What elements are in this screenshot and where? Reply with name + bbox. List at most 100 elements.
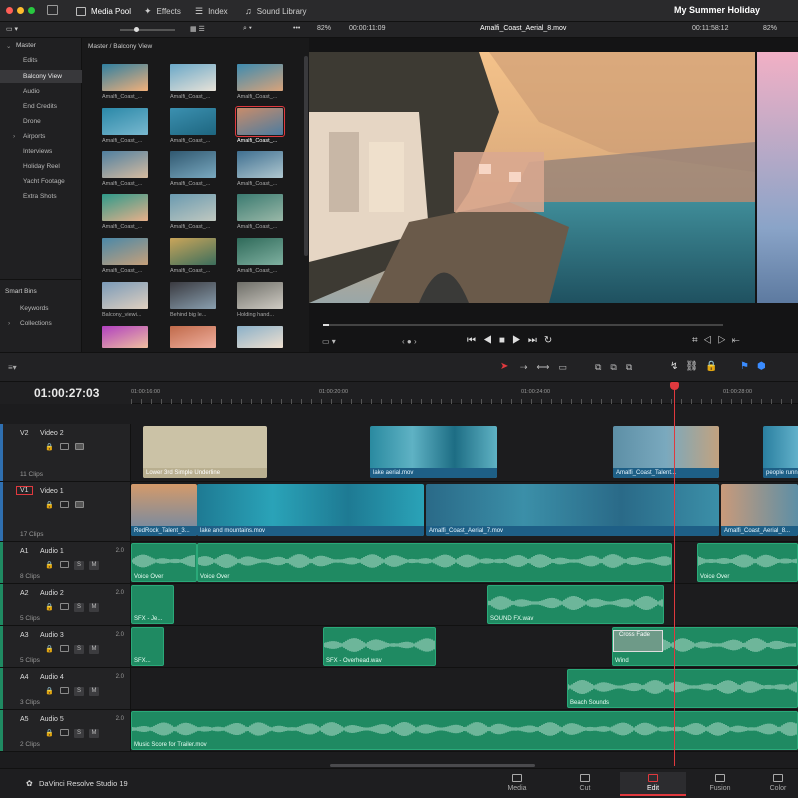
minimize-window-button[interactable]	[17, 7, 24, 14]
insert-overwrite-tools[interactable]: ⧉⧉⧉	[595, 362, 641, 373]
lane-a4[interactable]: Beach Sounds	[131, 668, 798, 710]
slider-handle[interactable]	[134, 27, 139, 32]
media-thumbnail[interactable]	[170, 194, 216, 221]
page-cut-button[interactable]: Cut	[555, 772, 615, 796]
mute-button[interactable]: M	[89, 603, 99, 612]
media-thumbnail[interactable]	[237, 326, 283, 348]
clip-beach-sounds[interactable]: Beach Sounds	[567, 669, 798, 708]
media-thumbnail[interactable]	[237, 64, 283, 91]
track-name[interactable]: Audio 2	[40, 590, 64, 597]
timeline-scrollbar[interactable]	[330, 764, 535, 767]
media-thumbnail[interactable]	[170, 238, 216, 265]
selection-tool-icon[interactable]: ➤	[500, 361, 508, 372]
solo-button[interactable]: S	[74, 561, 84, 570]
track-name[interactable]: Video 2	[40, 430, 64, 437]
media-thumbnail[interactable]	[237, 282, 283, 309]
clip-lake-aerial[interactable]: lake aerial.mov	[370, 426, 497, 478]
collections-chevron-icon[interactable]: ›	[8, 320, 10, 327]
lane-v2[interactable]: Lower 3rd Simple Underline lake aerial.m…	[131, 424, 798, 482]
clip-sfx-short[interactable]: SFX...	[131, 627, 164, 666]
auto-select-icon[interactable]	[60, 729, 69, 736]
clip-sfx-jet[interactable]: SFX - Je...	[131, 585, 174, 624]
snap-link-lock-tools[interactable]: ↯⛓🔒	[670, 361, 725, 372]
auto-select-icon[interactable]	[60, 501, 69, 508]
lane-a2[interactable]: SFX - Je... SOUND FX.wav	[131, 584, 798, 626]
zoom-left[interactable]: 82%	[317, 25, 331, 32]
auto-select-icon[interactable]	[60, 561, 69, 568]
lock-icon[interactable]: 🔒	[45, 561, 54, 569]
media-thumbnail[interactable]	[237, 151, 283, 178]
media-thumbnail[interactable]	[102, 194, 148, 221]
media-thumbnail[interactable]	[170, 282, 216, 309]
solo-button[interactable]: S	[74, 603, 84, 612]
track-header-v2[interactable]: V2 Video 2 11 Clips 🔒	[0, 424, 131, 482]
clip-redrock-talent[interactable]: RedRock_Talent_3...	[131, 484, 197, 536]
track-name[interactable]: Audio 3	[40, 632, 64, 639]
track-name[interactable]: Audio 1	[40, 548, 64, 555]
media-thumbnail[interactable]	[102, 151, 148, 178]
auto-select-icon[interactable]	[60, 443, 69, 450]
jog-icon[interactable]: ‹ ● ›	[402, 337, 417, 346]
lock-icon[interactable]: 🔒	[45, 687, 54, 695]
scrubber-bar[interactable]	[323, 324, 723, 326]
list-view-icon[interactable]: ▦ ☰	[190, 25, 205, 33]
clip-amalfi-aerial-7[interactable]: Amalfi_Coast_Aerial_7.mov	[426, 484, 719, 536]
timeline-ruler[interactable]: 01:00:16:00 01:00:20:00 01:00:24:00 01:0…	[131, 382, 798, 404]
media-thumbnail[interactable]	[102, 64, 148, 91]
clip-wind[interactable]: Cross Fade Wind	[612, 627, 798, 666]
view-mode-icon[interactable]: ▭ ▾	[6, 25, 18, 33]
airports-chevron-icon[interactable]: ›	[13, 133, 15, 140]
track-name[interactable]: Video 1	[40, 488, 64, 495]
lane-a3[interactable]: SFX... SFX - Overhead.wav Cross Fade Win…	[131, 626, 798, 668]
sound-library-button[interactable]: ♫ Sound Library	[245, 3, 307, 19]
solo-button[interactable]: S	[74, 645, 84, 654]
media-thumbnail[interactable]	[170, 326, 216, 348]
panel-toggle-icon[interactable]	[47, 5, 58, 15]
track-header-a5[interactable]: A5 Audio 5 2.0 2 Clips 🔒 S M	[0, 710, 131, 752]
lane-v1[interactable]: RedRock_Talent_3... lake and mountains.m…	[131, 482, 798, 542]
index-button[interactable]: ☰ Index	[195, 3, 228, 19]
solo-button[interactable]: S	[74, 687, 84, 696]
track-name[interactable]: Audio 5	[40, 716, 64, 723]
lock-icon[interactable]: 🔒	[45, 603, 54, 611]
master-bin[interactable]: Master	[16, 42, 36, 49]
page-media-button[interactable]: Media	[487, 772, 547, 796]
edit-tools[interactable]: ⇢⟷▭	[520, 362, 576, 373]
clip-lake-mountains[interactable]: lake and mountains.mov	[197, 484, 424, 536]
bin-item-audio[interactable]: Audio	[23, 88, 40, 95]
media-thumbnail[interactable]	[170, 151, 216, 178]
bin-item-airports[interactable]: Airports	[23, 133, 45, 140]
master-bin-chevron-icon[interactable]: ⌄	[6, 42, 11, 50]
effects-button[interactable]: ✦ Effects	[144, 3, 181, 19]
more-options-icon[interactable]: •••	[293, 25, 300, 32]
bin-item-holiday-reel[interactable]: Holiday Reel	[23, 163, 60, 170]
page-color-button[interactable]: Color	[758, 772, 798, 796]
lane-a5[interactable]: Music Score for Trailer.mov	[131, 710, 798, 752]
media-thumbnail[interactable]	[102, 282, 148, 309]
page-fusion-button[interactable]: Fusion	[690, 772, 750, 796]
clip-voice-over-3[interactable]: Voice Over	[697, 543, 798, 582]
smart-bin-collections[interactable]: Collections	[20, 320, 52, 327]
clip-lower-third[interactable]: Lower 3rd Simple Underline	[143, 426, 267, 478]
playhead-line[interactable]	[674, 386, 675, 766]
search-icon[interactable]: ⌕ ▾	[243, 25, 252, 33]
page-edit-button[interactable]: Edit	[620, 772, 686, 796]
media-pool-scrollbar[interactable]	[304, 56, 308, 256]
bin-item-balcony-view[interactable]: Balcony View	[0, 70, 82, 83]
media-thumbnail[interactable]	[102, 108, 148, 135]
clip-voice-over-2[interactable]: Voice Over	[197, 543, 672, 582]
close-window-button[interactable]	[6, 7, 13, 14]
lock-icon[interactable]: 🔒	[45, 501, 54, 509]
viewer-clip-name[interactable]: Amalfi_Coast_Aerial_8.mov	[480, 25, 566, 32]
lock-icon[interactable]: 🔒	[45, 729, 54, 737]
clip-people-running[interactable]: people runn...	[763, 426, 798, 478]
track-header-a4[interactable]: A4 Audio 4 2.0 3 Clips 🔒 S M	[0, 668, 131, 710]
bin-item-extra-shots[interactable]: Extra Shots	[23, 193, 57, 200]
clip-amalfi-talent[interactable]: Amalfi_Coast_Talent...	[613, 426, 719, 478]
auto-select-icon[interactable]	[60, 687, 69, 694]
mute-button[interactable]: M	[89, 561, 99, 570]
media-thumbnail[interactable]	[170, 108, 216, 135]
clip-sound-fx[interactable]: SOUND FX.wav	[487, 585, 664, 624]
zoom-right[interactable]: 82%	[763, 25, 777, 32]
mute-button[interactable]: M	[89, 645, 99, 654]
